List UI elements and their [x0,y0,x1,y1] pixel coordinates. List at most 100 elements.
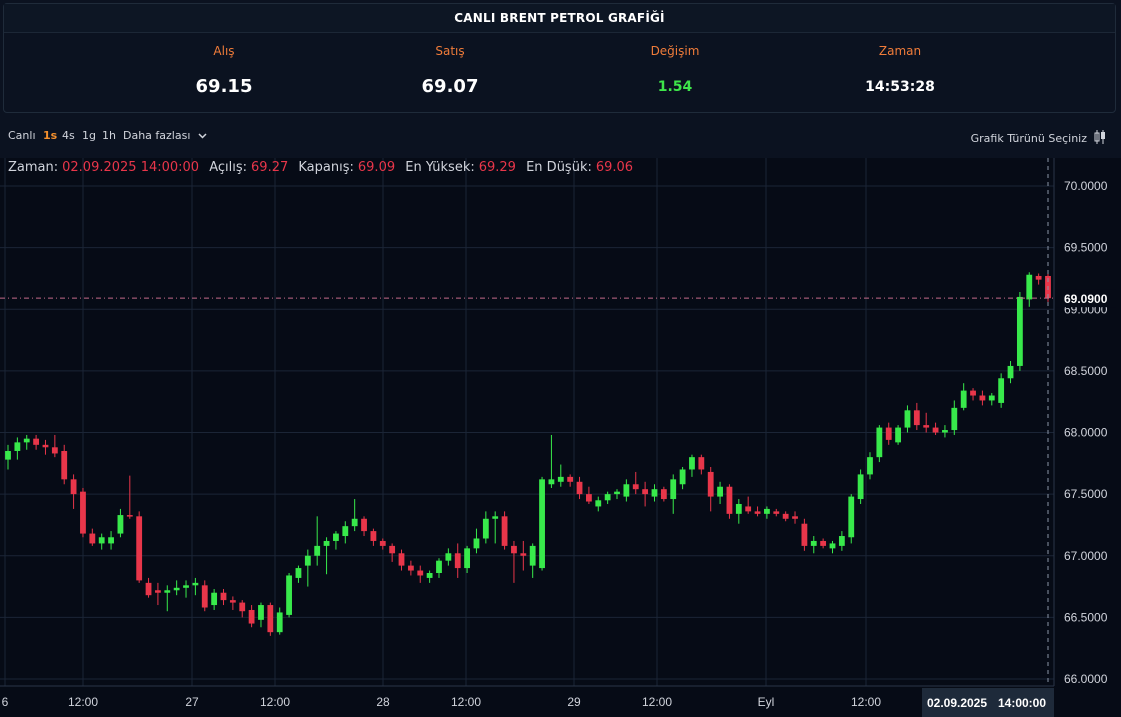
candle-body [998,378,1005,403]
chart-type-label: Grafik Türünü Seçiniz [970,132,1087,145]
candle-body [595,500,602,507]
candle-body [23,438,30,443]
bid-value: 69.15 [195,76,253,97]
candle-body [904,410,911,428]
candle-body [548,479,555,485]
stat-bid: Alış 69.15 [139,42,309,97]
candle-body [1016,296,1023,366]
candle-body [511,545,517,554]
last-price-label: 69.0900 [1064,292,1108,306]
x-tick-label: Eyl [758,695,775,709]
y-tick-label: 68.0000 [1064,426,1108,440]
legend-close-key: Kapanış: [298,160,354,175]
legend-low-key: En Düşük: [526,160,592,175]
candle-body [810,540,817,546]
candle-body [286,575,292,615]
candle-body [436,560,442,574]
candle-body [464,548,471,569]
candle-body [614,491,620,495]
y-tick-label: 66.0000 [1064,672,1108,686]
candle-body [1026,274,1033,300]
candle-body [773,511,780,514]
candlestick-chart[interactable]: 70.000069.500069.000068.500068.000067.50… [0,158,1121,717]
candle-body [117,515,124,534]
y-tick-label: 67.5000 [1064,487,1108,501]
candle-body [183,585,189,588]
stat-time: Zaman 14:53:28 [815,42,985,95]
stat-change: Değişim 1.54 [590,42,760,95]
crosshair-date-label: 02.09.2025 [927,696,987,710]
legend-open-value: 69.27 [251,160,289,175]
more-intervals-label: Daha fazlası [123,129,191,142]
page-title-text: CANLI BRENT PETROL GRAFİĞİ [454,11,665,25]
candle-body [698,457,705,470]
candle-body [42,444,49,448]
candle-body [951,407,958,431]
legend-time-key: Zaman: [8,160,59,175]
x-tick-label: 12:00 [451,695,481,709]
quote-panel: CANLI BRENT PETROL GRAFİĞİ Alış 69.15 Sa… [3,3,1116,113]
interval-1h[interactable]: 1h [102,129,116,142]
candle-body [754,511,761,514]
candle-body [745,506,752,512]
candle-body [820,540,827,546]
chevron-down-icon [198,131,207,142]
candle-body [932,427,939,433]
candle-body [576,481,583,495]
candle-body [670,479,677,500]
candle-body [895,427,901,443]
candle-body [333,533,339,541]
candle-body [454,553,461,569]
time-label: Zaman [878,44,922,58]
candle-body [407,565,414,571]
candle-body [585,494,592,502]
y-tick-label: 70.0000 [1064,179,1108,193]
ask-value: 69.07 [421,76,479,97]
chart-type-selector[interactable]: Grafik Türünü Seçiniz [971,129,1107,148]
candle-body [660,489,667,500]
candle-body [155,590,161,593]
x-tick-label: 29 [567,695,581,709]
candle-body [642,489,649,495]
candle-body [988,395,995,401]
x-tick-label: 27 [185,695,199,709]
more-intervals-dropdown[interactable]: Daha fazlası [123,129,207,142]
change-value: 1.54 [657,79,693,95]
candle-body [539,479,545,569]
candle-body [707,471,714,497]
x-tick-label: 12:00 [851,695,881,709]
candle-body [370,531,377,541]
candle-body [314,545,321,556]
candle-body [342,526,349,537]
candle-body [389,545,396,554]
candle-body [398,553,405,566]
candle-body [220,592,227,601]
candle-body [417,570,424,576]
candle-body [136,516,143,581]
candle-body [126,515,133,517]
legend-low-value: 69.06 [595,160,634,175]
candle-body [201,585,208,608]
interval-live[interactable]: Canlı [8,129,36,142]
candle-body [379,540,386,546]
candle-body [473,538,480,549]
candle-body [567,476,574,482]
candle-body [792,516,798,519]
x-tick-label: 12:00 [642,695,672,709]
candle-body [61,450,68,480]
page-title: CANLI BRENT PETROL GRAFİĞİ [4,4,1115,33]
candle-body [520,553,527,556]
interval-4s[interactable]: 4s [62,129,75,142]
candle-body [885,427,892,440]
candle-body [248,609,255,624]
candle-body [867,457,873,475]
ohlc-legend: Zaman: 02.09.2025 14:00:00 Açılış: 69.27 K… [8,160,639,175]
candle-body [651,489,658,497]
time-value: 14:53:28 [865,79,935,95]
candle-body [529,545,536,566]
interval-1g[interactable]: 1g [82,129,96,142]
interval-1s[interactable]: 1s [43,129,57,142]
candle-body [1035,275,1042,280]
y-tick-label: 66.5000 [1064,610,1108,624]
candle-body [923,425,930,428]
